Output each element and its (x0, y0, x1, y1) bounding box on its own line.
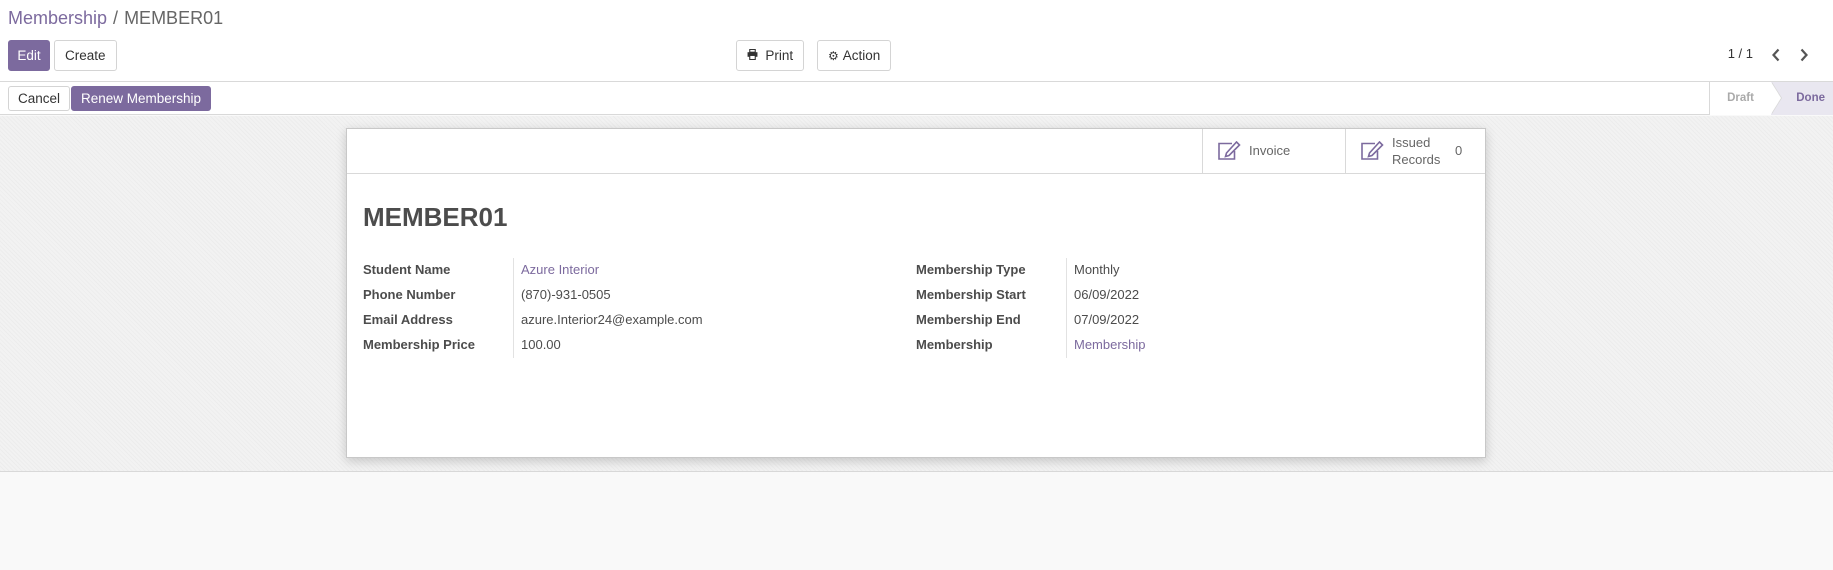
pager-next-button[interactable] (1793, 44, 1815, 66)
student-name-link[interactable]: Azure Interior (521, 262, 599, 277)
left-field-group: Student Name Azure Interior Phone Number… (363, 258, 903, 358)
field-divider (513, 308, 514, 333)
field-email-address: Email Address azure.Interior24@example.c… (363, 308, 903, 333)
breadcrumb-membership-link[interactable]: Membership (8, 8, 107, 28)
print-icon (747, 48, 761, 63)
invoice-smart-button[interactable]: Invoice (1202, 129, 1345, 173)
membership-start-value: 06/09/2022 (1074, 287, 1140, 302)
field-membership-end: Membership End 07/09/2022 (916, 308, 1456, 333)
invoice-label: Invoice (1249, 143, 1291, 158)
field-membership-type: Membership Type Monthly (916, 258, 1456, 283)
create-button[interactable]: Create (54, 40, 117, 71)
field-divider (513, 283, 514, 308)
field-divider (513, 333, 514, 358)
print-button-label: Print (765, 48, 794, 63)
renew-membership-button[interactable]: Renew Membership (71, 86, 212, 111)
membership-type-value: Monthly (1074, 262, 1120, 277)
field-membership-price: Membership Price 100.00 (363, 333, 903, 358)
form-sheet: Invoice Issued Records 0 MEMBER01 Studen… (346, 128, 1486, 458)
field-label: Membership End (916, 312, 1021, 327)
right-field-group: Membership Type Monthly Membership Start… (916, 258, 1456, 358)
field-label: Membership Type (916, 262, 1026, 277)
chevron-left-icon (1772, 48, 1780, 62)
pager-value[interactable]: 1 / 1 (1728, 46, 1753, 61)
field-divider (1066, 258, 1067, 283)
chevron-right-icon (1800, 48, 1808, 62)
gear-icon: ⚙ (828, 49, 839, 63)
phone-number-value: (870)-931-0505 (521, 287, 611, 302)
field-membership-start: Membership Start 06/09/2022 (916, 283, 1456, 308)
breadcrumb-current: MEMBER01 (124, 8, 224, 28)
control-panel: Membership / MEMBER01 Edit Create Print ⚙ A… (0, 0, 1833, 82)
issued-label-line2: Records (1392, 152, 1441, 167)
membership-end-value: 07/09/2022 (1074, 312, 1140, 327)
issued-records-smart-button[interactable]: Issued Records 0 (1345, 129, 1487, 173)
field-divider (1066, 283, 1067, 308)
field-label: Membership Price (363, 337, 475, 352)
edit-button[interactable]: Edit (8, 40, 50, 71)
action-button-label: Action (842, 48, 881, 63)
field-divider (1066, 333, 1067, 358)
statusbar: Cancel Renew Membership Draft Done (0, 82, 1833, 115)
breadcrumb: Membership / MEMBER01 (8, 7, 223, 29)
status-step-draft[interactable]: Draft (1709, 82, 1771, 115)
field-membership: Membership Membership (916, 333, 1456, 358)
field-label: Membership (916, 337, 993, 352)
record-title: MEMBER01 (363, 202, 508, 232)
breadcrumb-separator: / (113, 8, 119, 28)
status-step-arrow (1771, 82, 1781, 114)
issued-records-count: 0 (1455, 143, 1463, 158)
membership-link[interactable]: Membership (1074, 337, 1146, 352)
smart-button-box: Invoice Issued Records 0 (347, 129, 1485, 174)
field-label: Membership Start (916, 287, 1026, 302)
email-address-value: azure.Interior24@example.com (521, 312, 703, 327)
print-button[interactable]: Print (736, 40, 805, 71)
edit-icon (1360, 140, 1384, 164)
field-divider (1066, 308, 1067, 333)
issued-label-line1: Issued (1392, 135, 1431, 150)
membership-price-value: 100.00 (521, 337, 561, 352)
field-phone-number: Phone Number (870)-931-0505 (363, 283, 903, 308)
field-label: Student Name (363, 262, 451, 277)
field-student-name: Student Name Azure Interior (363, 258, 903, 283)
field-divider (513, 258, 514, 283)
form-background: Invoice Issued Records 0 MEMBER01 Studen… (0, 116, 1833, 472)
field-label: Email Address (363, 312, 453, 327)
pager-previous-button[interactable] (1765, 44, 1787, 66)
cancel-button[interactable]: Cancel (8, 86, 71, 111)
action-button[interactable]: ⚙ Action (817, 40, 892, 71)
edit-icon (1217, 140, 1241, 164)
field-label: Phone Number (363, 287, 456, 302)
